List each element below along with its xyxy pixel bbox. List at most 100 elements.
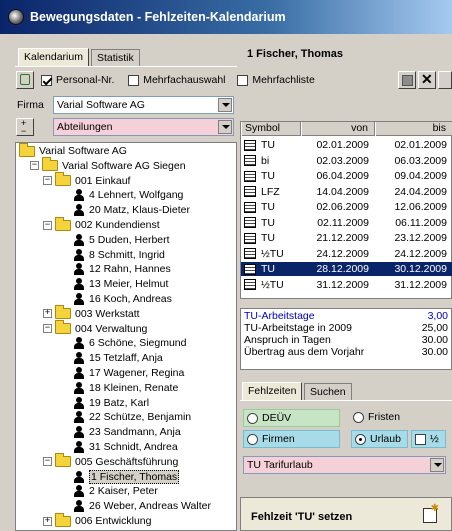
table-row[interactable]: bi 02.03.2009 06.03.2009: [241, 154, 452, 168]
tree-node-label: 003 Werkstatt: [75, 307, 140, 320]
level-spinner[interactable]: + −: [16, 118, 34, 136]
header-symbol[interactable]: Symbol: [241, 122, 301, 136]
chevron-down-icon: [218, 98, 232, 112]
table-row[interactable]: LFZ 14.04.2009 24.04.2009: [241, 185, 452, 199]
tree-node-label: 22 Schütze, Benjamin: [89, 411, 192, 424]
tree-folder-node[interactable]: Varial Software AG: [19, 143, 127, 158]
personal-nr-checkbox[interactable]: [41, 74, 52, 86]
tree-node-label: 2 Kaiser, Peter: [89, 485, 158, 498]
firma-select[interactable]: Varial Software AG: [53, 96, 234, 114]
tab-statistik[interactable]: Statistik: [91, 49, 140, 67]
table-row[interactable]: ½TU 24.12.2009 24.12.2009: [241, 247, 452, 261]
row-von: 02.11.2009: [317, 216, 369, 229]
tab-kalendarium[interactable]: Kalendarium: [18, 48, 89, 66]
mehrfachliste-checkbox[interactable]: [237, 74, 249, 86]
tab-suchen[interactable]: Suchen: [304, 383, 352, 401]
person-icon: [74, 293, 84, 305]
deuv-option[interactable]: DEÜV: [243, 409, 340, 427]
calendar-icon: [244, 232, 256, 244]
mehrfachauswahl-checkbox[interactable]: [128, 74, 140, 86]
tree-employee-node[interactable]: 26 Weber, Andreas Walter: [74, 499, 211, 513]
urlaub-option[interactable]: Urlaub: [351, 430, 408, 448]
abteilungen-select[interactable]: Abteilungen: [53, 118, 234, 136]
fristen-radio[interactable]: [353, 411, 364, 423]
table-row[interactable]: TU 02.06.2009 12.06.2009: [241, 200, 452, 214]
close-icon: ✕: [421, 71, 433, 87]
person-icon: [74, 278, 84, 291]
tree-employee-node[interactable]: 12 Rahn, Hannes: [74, 262, 171, 276]
tarif-value: TU Tarifurlaub: [247, 459, 313, 471]
tree-folder-node[interactable]: − 005 Geschäftsführung: [43, 453, 178, 469]
firmen-option[interactable]: Firmen: [243, 430, 340, 448]
row-von: 02.03.2009: [316, 154, 369, 167]
expand-icon[interactable]: +: [43, 309, 52, 319]
tree-node-label: 26 Weber, Andreas Walter: [89, 500, 211, 513]
calendar-icon: [244, 248, 256, 259]
half-day-option[interactable]: ½: [411, 430, 446, 448]
collapse-icon[interactable]: −: [43, 176, 52, 186]
collapse-icon[interactable]: −: [30, 161, 39, 171]
firmen-label: Firmen: [262, 433, 295, 445]
tree-folder-node[interactable]: +003 Werkstatt: [43, 305, 140, 321]
summary-value: 30.00: [421, 346, 448, 358]
person-icon: [74, 426, 84, 439]
tree-folder-node[interactable]: − Varial Software AG Siegen: [30, 157, 186, 173]
tree-employee-node[interactable]: 4 Lehnert, Wolfgang: [74, 188, 183, 202]
tree-employee-node[interactable]: 6 Schöne, Siegmund: [74, 336, 186, 350]
absence-table[interactable]: Symbol von bis TU 02.01.2009 02.01.2009 bi 0…: [240, 121, 452, 299]
more-button[interactable]: [438, 71, 452, 89]
table-row[interactable]: TU 02.11.2009 06.11.2009: [241, 216, 452, 230]
tree-folder-node[interactable]: +006 Entwicklung: [43, 512, 151, 528]
collapse-icon[interactable]: −: [43, 457, 52, 467]
tree-employee-node[interactable]: 2 Kaiser, Peter: [74, 484, 158, 498]
tree-employee-node[interactable]: 23 Sandmann, Anja: [74, 425, 181, 439]
summary-value: 30.00: [421, 334, 448, 346]
tree-folder-node[interactable]: − 002 Kundendienst: [43, 216, 160, 232]
tree-employee-node[interactable]: 18 Kleinen, Renate: [74, 381, 178, 395]
tree-employee-node[interactable]: 31 Schnidt, Andrea: [74, 440, 178, 454]
tab-fehlzeiten[interactable]: Fehlzeiten: [242, 382, 303, 400]
tree-employee-node[interactable]: 20 Matz, Klaus-Dieter: [74, 203, 190, 217]
half-day-checkbox[interactable]: [415, 433, 426, 445]
table-row[interactable]: TU 02.01.2009 02.01.2009: [241, 138, 452, 152]
tree-employee-node[interactable]: 15 Tetzlaff, Anja: [74, 351, 163, 365]
firmen-radio[interactable]: [247, 433, 258, 445]
table-row[interactable]: TU 21.12.2009 23.12.2009: [241, 231, 452, 245]
row-symbol: ½TU: [261, 278, 284, 291]
tree-employee-node[interactable]: 13 Meier, Helmut: [74, 277, 168, 291]
table-row[interactable]: TU 06.04.2009 09.04.2009: [241, 169, 452, 183]
tree-employee-node[interactable]: 5 Duden, Herbert: [74, 233, 170, 247]
tree-folder-node[interactable]: − 004 Verwaltung: [43, 320, 147, 336]
collapse-icon[interactable]: −: [43, 220, 52, 230]
refresh-button[interactable]: [16, 71, 34, 89]
tree-employee-node[interactable]: 1 Fischer, Thomas: [74, 469, 180, 484]
tree-employee-node[interactable]: 16 Koch, Andreas: [74, 292, 172, 306]
table-row[interactable]: ½TU 31.12.2009 31.12.2009: [241, 278, 452, 292]
fristen-option[interactable]: Fristen: [353, 411, 400, 423]
urlaub-radio[interactable]: [355, 433, 366, 445]
set-absence-icon[interactable]: ✱: [423, 503, 439, 523]
person-icon: [74, 441, 84, 453]
mehrfachauswahl-label: Mehrfachauswahl: [143, 74, 226, 86]
person-icon: [74, 189, 84, 202]
employee-tree[interactable]: Varial Software AG − Varial Software AG Si…: [15, 142, 237, 531]
table-row[interactable]: TU 28.12.2009 30.12.2009: [241, 262, 452, 276]
expand-icon[interactable]: +: [43, 516, 52, 526]
save-button[interactable]: [398, 71, 416, 89]
row-bis: 30.12.2009: [394, 263, 447, 275]
folder-icon: [55, 320, 71, 335]
tree-employee-node[interactable]: 22 Schütze, Benjamin: [74, 410, 191, 424]
tarif-select[interactable]: TU Tarifurlaub: [243, 456, 446, 474]
tree-employee-node[interactable]: 8 Schmitt, Ingrid: [74, 248, 165, 262]
deuv-radio[interactable]: [247, 412, 258, 424]
header-bis[interactable]: bis: [375, 122, 452, 136]
tree-folder-node[interactable]: − 001 Einkauf: [43, 172, 130, 188]
collapse-icon[interactable]: −: [43, 324, 52, 334]
delete-button[interactable]: ✕: [418, 71, 436, 89]
tree-employee-node[interactable]: 17 Wagener, Regina: [74, 366, 184, 380]
row-von: 02.01.2009: [316, 139, 369, 151]
tree-employee-node[interactable]: 19 Batz, Karl: [74, 396, 149, 410]
title-bar[interactable]: Bewegungsdaten - Fehlzeiten-Kalendarium: [0, 0, 452, 34]
header-von[interactable]: von: [301, 122, 375, 136]
person-icon: [74, 396, 84, 409]
